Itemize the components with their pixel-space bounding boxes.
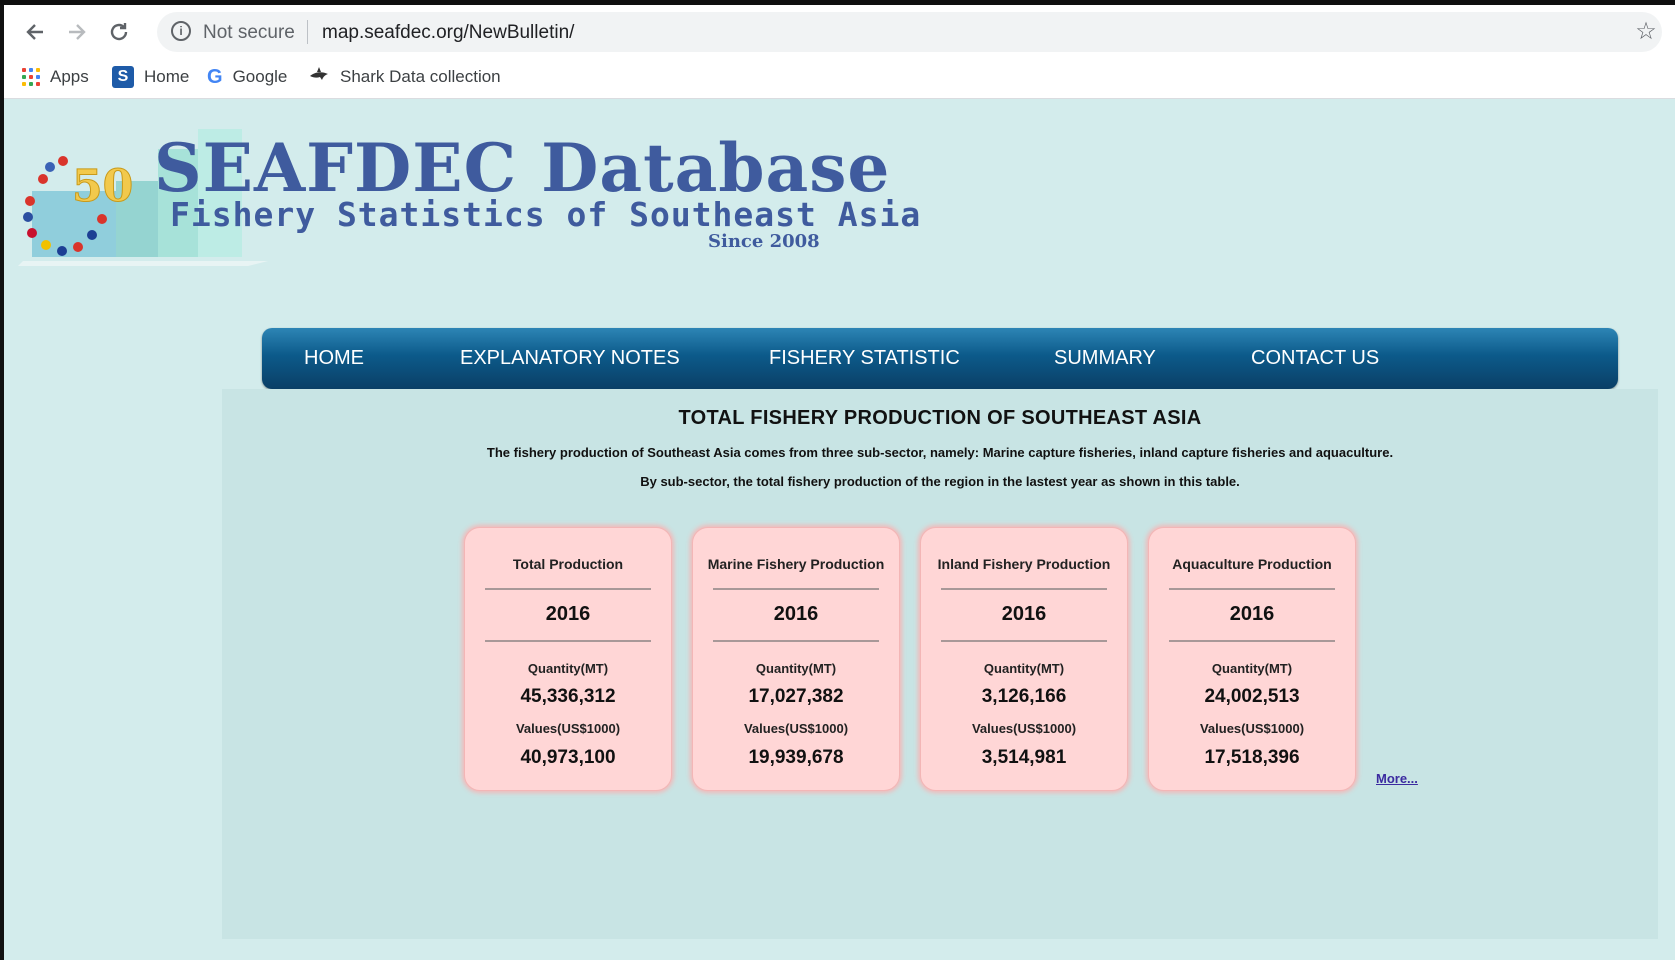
browser-toolbar: i Not secure map.seafdec.org/NewBulletin…	[4, 5, 1675, 55]
values-label: Values(US$1000)	[515, 721, 621, 736]
main-menu: HOME EXPLANATORY NOTES FISHERY STATISTIC…	[262, 328, 1618, 389]
values-value: 19,939,678	[748, 747, 844, 768]
quantity-label: Quantity(MT)	[983, 661, 1065, 676]
card-title: Aquaculture Production	[1172, 556, 1332, 572]
content-panel: TOTAL FISHERY PRODUCTION OF SOUTHEAST AS…	[222, 389, 1658, 939]
quantity-value: 45,336,312	[520, 686, 616, 707]
back-arrow-icon[interactable]	[18, 15, 52, 49]
quantity-value: 17,027,382	[748, 686, 844, 707]
more-link[interactable]: More...	[1376, 771, 1418, 786]
card-year: 2016	[773, 603, 819, 625]
card-title: Total Production	[512, 556, 624, 572]
seafdec-home-icon: S	[112, 66, 134, 88]
menu-explanatory-notes[interactable]: EXPLANATORY NOTES	[460, 328, 680, 389]
card-aquaculture-production: Aquaculture Production 2016 Quantity(MT)…	[1148, 527, 1356, 791]
menu-fishery-statistic[interactable]: FISHERY STATISTIC	[769, 328, 960, 389]
card-divider	[1169, 640, 1335, 642]
menu-home[interactable]: HOME	[304, 328, 364, 389]
card-title: Marine Fishery Production	[707, 556, 885, 572]
shark-icon	[308, 64, 330, 91]
bookmark-label: Home	[144, 67, 190, 86]
reload-icon[interactable]	[102, 15, 136, 49]
quantity-value: 3,126,166	[981, 686, 1067, 707]
quantity-value: 24,002,513	[1204, 686, 1300, 707]
card-year: 2016	[1001, 603, 1047, 625]
values-value: 40,973,100	[520, 747, 616, 768]
values-label: Values(US$1000)	[971, 721, 1077, 736]
menu-contact-us[interactable]: CONTACT US	[1251, 328, 1379, 389]
section-description: The fishery production of Southeast Asia…	[486, 445, 1394, 460]
bookmark-google[interactable]: G Google	[207, 63, 287, 91]
svg-text:50: 50	[72, 161, 133, 212]
card-year: 2016	[1229, 603, 1275, 625]
quantity-label: Quantity(MT)	[755, 661, 837, 676]
menu-summary[interactable]: SUMMARY	[1054, 328, 1156, 389]
section-title: TOTAL FISHERY PRODUCTION OF SOUTHEAST AS…	[678, 407, 1202, 429]
bookmark-home[interactable]: S Home	[112, 63, 189, 91]
bookmark-label: Shark Data collection	[340, 67, 501, 86]
card-divider	[941, 640, 1107, 642]
security-label: Not secure	[203, 22, 295, 43]
address-divider	[307, 20, 308, 44]
info-icon[interactable]: i	[171, 21, 191, 41]
address-bar[interactable]: i Not secure map.seafdec.org/NewBulletin…	[157, 12, 1662, 52]
values-value: 3,514,981	[981, 747, 1067, 768]
values-label: Values(US$1000)	[1199, 721, 1305, 736]
bookmark-label: Apps	[50, 67, 89, 86]
bookmark-apps[interactable]: Apps	[22, 63, 89, 91]
web-page: 50 SEAFDEC Database Fishery Statistics o…	[4, 99, 1675, 960]
card-inland-production: Inland Fishery Production 2016 Quantity(…	[920, 527, 1128, 791]
apps-grid-icon	[22, 68, 40, 86]
browser-window: i Not secure map.seafdec.org/NewBulletin…	[0, 5, 1675, 960]
logo-subtitle: Fishery Statistics of Southeast Asia	[170, 195, 922, 234]
card-divider	[713, 588, 879, 590]
bookmark-label: Google	[232, 67, 288, 86]
forward-arrow-icon[interactable]	[60, 15, 94, 49]
card-marine-production: Marine Fishery Production 2016 Quantity(…	[692, 527, 900, 791]
card-divider	[485, 640, 651, 642]
logo-since: Since 2008	[708, 231, 820, 252]
section-note: By sub-sector, the total fishery product…	[640, 474, 1240, 489]
url-text[interactable]: map.seafdec.org/NewBulletin/	[322, 22, 574, 44]
card-title: Inland Fishery Production	[937, 556, 1111, 572]
card-divider	[1169, 588, 1335, 590]
quantity-label: Quantity(MT)	[527, 661, 609, 676]
bookmark-shark[interactable]: Shark Data collection	[308, 63, 501, 91]
quantity-label: Quantity(MT)	[1211, 661, 1293, 676]
values-label: Values(US$1000)	[743, 721, 849, 736]
bookmark-star-icon[interactable]: ☆	[1632, 18, 1660, 46]
card-divider	[485, 588, 651, 590]
bookmarks-bar: Apps S Home G Google Shark Data collecti…	[4, 57, 1675, 97]
card-divider	[941, 588, 1107, 590]
values-value: 17,518,396	[1204, 747, 1300, 768]
card-year: 2016	[545, 603, 591, 625]
seafdec-logo[interactable]: 50 SEAFDEC Database Fishery Statistics o…	[18, 121, 920, 266]
google-icon: G	[207, 65, 223, 88]
card-divider	[713, 640, 879, 642]
card-total-production: Total Production 2016 Quantity(MT) 45,33…	[464, 527, 672, 791]
